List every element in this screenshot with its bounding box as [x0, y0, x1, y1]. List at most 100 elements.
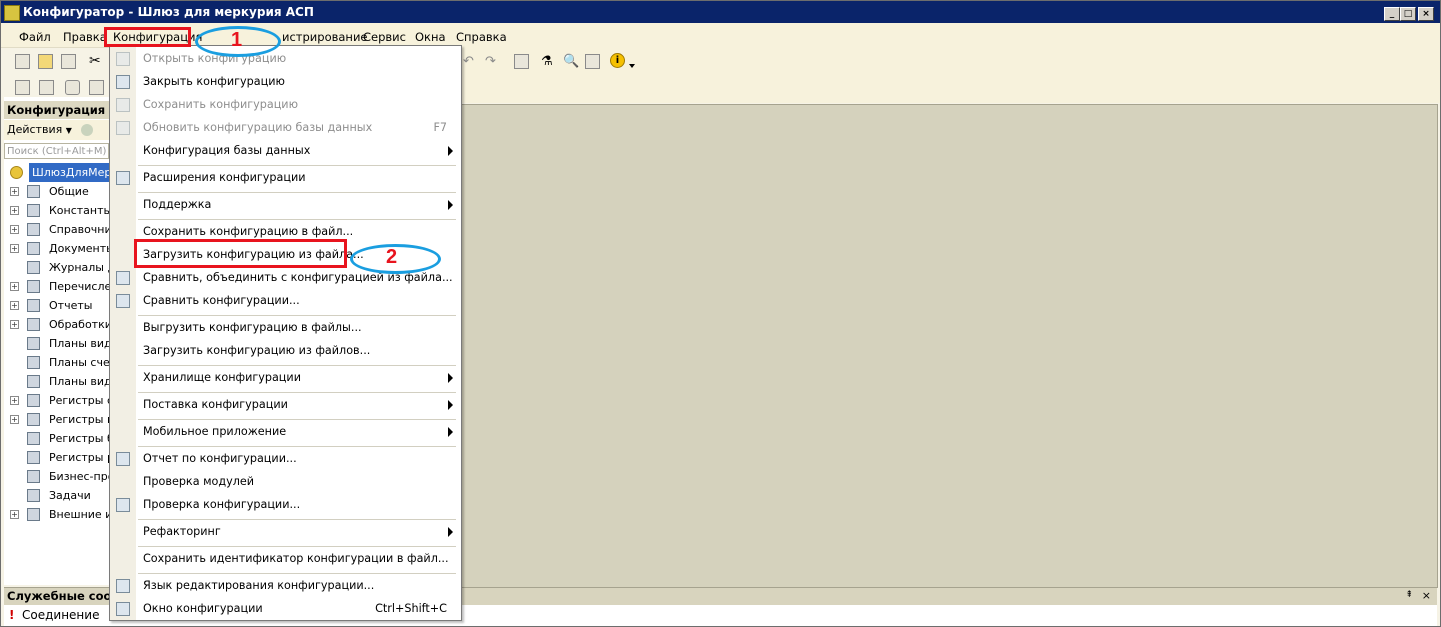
expand-icon[interactable]: +: [10, 320, 19, 329]
wizard-icon[interactable]: ⚗: [541, 54, 556, 69]
tree-item[interactable]: + Внешние ис: [4, 505, 109, 524]
submenu-arrow-icon: [448, 527, 453, 537]
menu-item-shortcut: Ctrl+Shift+C: [375, 602, 447, 615]
menu-help[interactable]: Справка: [456, 30, 507, 44]
warning-icon: !: [9, 608, 15, 622]
tree-item[interactable]: + Обработки: [4, 315, 109, 334]
expand-icon[interactable]: +: [10, 244, 19, 253]
menu-administration[interactable]: истрирование: [282, 30, 368, 44]
menu-item[interactable]: Закрыть конфигурацию: [110, 71, 461, 93]
menu-item[interactable]: Окно конфигурации Ctrl+Shift+C: [110, 598, 461, 620]
tree-search-input[interactable]: Поиск (Ctrl+Alt+M): [4, 143, 109, 159]
actions-dropdown-icon[interactable]: ▼: [66, 126, 72, 135]
menu-service[interactable]: Сервис: [363, 30, 406, 44]
tree-item[interactable]: Регистры бу: [4, 429, 109, 448]
menu-item[interactable]: Открыть конфигурацию: [110, 48, 461, 70]
menu-item[interactable]: Хранилище конфигурации: [110, 367, 461, 389]
menu-item[interactable]: Проверка модулей: [110, 471, 461, 493]
expand-icon[interactable]: +: [10, 415, 19, 424]
info-icon[interactable]: i: [610, 53, 625, 68]
tree-item[interactable]: + Документы: [4, 239, 109, 258]
update-tb-icon[interactable]: [89, 80, 104, 95]
pin-icon[interactable]: ⇞: [1405, 590, 1413, 600]
submenu-arrow-icon: [448, 373, 453, 383]
menu-item[interactable]: Выгрузить конфигурацию в файлы...: [110, 317, 461, 339]
menu-edit[interactable]: Правка: [63, 30, 107, 44]
expand-icon[interactable]: +: [10, 282, 19, 291]
add-icon[interactable]: [81, 124, 94, 136]
windows-icon[interactable]: [514, 54, 529, 69]
menu-item[interactable]: Загрузить конфигурацию из файлов...: [110, 340, 461, 362]
tree-item[interactable]: + Регистры на: [4, 410, 109, 429]
menu-windows[interactable]: Окна: [415, 30, 446, 44]
menu-separator: [138, 219, 456, 220]
menu-item[interactable]: Отчет по конфигурации...: [110, 448, 461, 470]
tree-item[interactable]: + Перечисления: [4, 277, 109, 296]
open-folder-icon[interactable]: [38, 54, 53, 69]
expand-icon[interactable]: +: [10, 396, 19, 405]
save-icon[interactable]: [61, 54, 76, 69]
minimize-button[interactable]: _: [1384, 7, 1400, 21]
step2-number: 2: [386, 246, 398, 268]
tree-item[interactable]: + Отчеты: [4, 296, 109, 315]
tree-item[interactable]: Регистры ра: [4, 448, 109, 467]
close-button[interactable]: ×: [1418, 7, 1434, 21]
tree-item[interactable]: Планы видов: [4, 334, 109, 353]
tree-item[interactable]: Планы счетов: [4, 353, 109, 372]
menu-separator: [138, 419, 456, 420]
tree-item[interactable]: + Справочники: [4, 220, 109, 239]
close-config-tb-icon[interactable]: [39, 80, 54, 95]
menu-separator: [138, 519, 456, 520]
menu-item[interactable]: Рефакторинг: [110, 521, 461, 543]
tree-item[interactable]: Бизнес-проц: [4, 467, 109, 486]
menu-item[interactable]: Сохранить идентификатор конфигурации в ф…: [110, 548, 461, 570]
syntax-helper-icon[interactable]: [585, 54, 600, 69]
tree-item[interactable]: + Регистры св: [4, 391, 109, 410]
cut-icon[interactable]: ✂: [89, 54, 104, 69]
submenu-arrow-icon: [448, 400, 453, 410]
menu-item[interactable]: Конфигурация базы данных: [110, 140, 461, 162]
menu-file[interactable]: Файл: [19, 30, 51, 44]
menu-item[interactable]: Мобильное приложение: [110, 421, 461, 443]
menu-item[interactable]: Проверка конфигурации...: [110, 494, 461, 516]
tree-node-icon: [27, 432, 40, 445]
menu-item[interactable]: Расширения конфигурации: [110, 167, 461, 189]
language-icon: [116, 579, 130, 593]
tree-node-icon: [27, 223, 40, 236]
actions-menu-button[interactable]: Действия: [7, 123, 62, 136]
tree-item[interactable]: Планы видов: [4, 372, 109, 391]
config-tree-icon[interactable]: [15, 80, 30, 95]
new-file-icon[interactable]: [15, 54, 30, 69]
expand-icon[interactable]: +: [10, 225, 19, 234]
tree-item[interactable]: Журналы док: [4, 258, 109, 277]
menu-item[interactable]: Сохранить конфигурацию: [110, 94, 461, 116]
tree-item[interactable]: + Константы: [4, 201, 109, 220]
panel-close-icon[interactable]: ×: [1422, 589, 1431, 602]
menu-item-label: Сравнить конфигурации...: [143, 294, 300, 307]
tree-node-icon: [27, 299, 40, 312]
tree-item-label: ШлюзДляМерк: [29, 163, 109, 182]
expand-icon[interactable]: +: [10, 510, 19, 519]
tree-node-icon: [27, 375, 40, 388]
menu-item[interactable]: Сравнить конфигурации...: [110, 290, 461, 312]
menu-separator: [138, 546, 456, 547]
menu-item-label: Хранилище конфигурации: [143, 371, 301, 384]
message-row[interactable]: ! Соединение: [4, 607, 99, 623]
menu-item[interactable]: Поставка конфигурации: [110, 394, 461, 416]
menu-item[interactable]: Поддержка: [110, 194, 461, 216]
menu-item[interactable]: Обновить конфигурацию базы данных F7: [110, 117, 461, 139]
tree-item[interactable]: + Общие: [4, 182, 109, 201]
expand-icon[interactable]: +: [10, 187, 19, 196]
menu-item[interactable]: Язык редактирования конфигурации...: [110, 575, 461, 597]
undo-icon[interactable]: ↶: [463, 54, 478, 69]
tree-item[interactable]: Задачи: [4, 486, 109, 505]
maximize-button[interactable]: □: [1400, 7, 1416, 21]
redo-icon[interactable]: ↷: [485, 54, 500, 69]
expand-icon[interactable]: +: [10, 206, 19, 215]
expand-icon[interactable]: +: [10, 301, 19, 310]
menu-separator: [138, 315, 456, 316]
search-help-icon[interactable]: 🔍: [563, 54, 579, 69]
info-dropdown-icon[interactable]: [629, 64, 635, 68]
database-icon[interactable]: [65, 80, 80, 95]
tree-root-item[interactable]: ШлюзДляМерк: [4, 163, 109, 182]
